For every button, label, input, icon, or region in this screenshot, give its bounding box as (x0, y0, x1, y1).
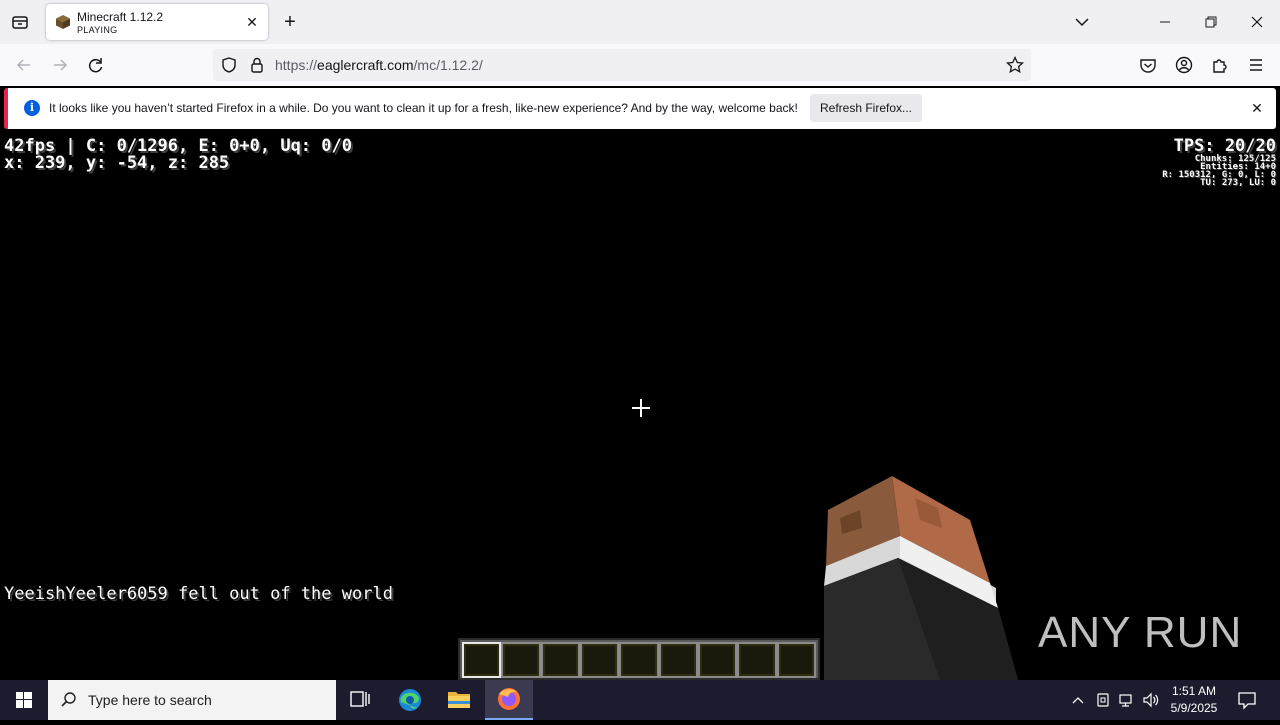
device-icon[interactable] (1093, 690, 1113, 710)
grass-block-favicon-icon (55, 14, 71, 30)
back-arrow-icon[interactable] (10, 51, 38, 79)
volume-icon[interactable] (1141, 690, 1161, 710)
edge-browser-icon[interactable] (386, 680, 434, 720)
debug-updates: TU: 273, LU: 0 (1200, 178, 1276, 188)
url-host: eaglercraft.com (317, 57, 414, 73)
hamburger-menu-icon[interactable] (1242, 51, 1270, 79)
tab-overview-icon[interactable] (6, 8, 34, 36)
notifications-icon[interactable] (1236, 689, 1258, 711)
firefox-taskbar-icon[interactable] (485, 680, 533, 720)
new-tab-button[interactable]: + (276, 8, 304, 36)
search-icon (60, 691, 78, 709)
hotbar-slot[interactable] (737, 642, 777, 678)
taskbar-clock-date[interactable]: 5/9/2025 (1166, 701, 1222, 715)
network-icon[interactable] (1117, 690, 1137, 710)
hotbar-slot[interactable] (619, 642, 659, 678)
hotbar-slot[interactable] (540, 642, 580, 678)
anyrun-watermark: ANY RUN (1038, 608, 1243, 657)
minimize-icon[interactable] (1151, 8, 1179, 36)
window-close-icon[interactable] (1243, 8, 1271, 36)
player-arm (820, 468, 1030, 680)
tracking-shield-icon[interactable] (219, 55, 239, 75)
tab-strip: Minecraft 1.12.2 PLAYING ✕ + (0, 0, 1280, 44)
debug-coordinates: x: 239, y: -54, z: 285 (4, 153, 230, 173)
pocket-icon[interactable] (1134, 51, 1162, 79)
refresh-firefox-button[interactable]: Refresh Firefox... (810, 94, 922, 122)
navigation-bar: https://eaglercraft.com/mc/1.12.2/ (0, 44, 1280, 86)
hotbar-slot[interactable] (658, 642, 698, 678)
info-icon: i (24, 100, 40, 116)
extensions-puzzle-icon[interactable] (1206, 51, 1234, 79)
hotbar-slot[interactable] (462, 642, 502, 678)
list-tabs-chevron-down-icon[interactable] (1068, 8, 1096, 36)
show-hidden-icons-chevron-up-icon[interactable] (1068, 690, 1088, 710)
restore-icon[interactable] (1197, 8, 1225, 36)
crosshair-icon (630, 397, 652, 419)
tab-playing-label: PLAYING (77, 25, 118, 35)
windows-start-icon[interactable] (0, 680, 48, 720)
hotbar (458, 638, 820, 680)
hotbar-slot[interactable] (776, 642, 816, 678)
forward-arrow-icon[interactable] (46, 51, 74, 79)
game-canvas[interactable]: 42fps | C: 0/1296, E: 0+0, Uq: 0/0 x: 23… (0, 133, 1280, 680)
notification-message: It looks like you haven’t started Firefo… (49, 101, 798, 115)
taskbar: Type here to search 1:51 AM 5/9/2025 (0, 680, 1280, 720)
hotbar-slot[interactable] (501, 642, 541, 678)
task-view-icon[interactable] (336, 680, 384, 720)
chat-death-message: YeeishYeeler6059 fell out of the world (4, 584, 393, 604)
url-path: /mc/1.12.2/ (413, 57, 483, 73)
url-bar[interactable]: https://eaglercraft.com/mc/1.12.2/ (213, 49, 1031, 81)
debug-tps: TPS: 20/20 (1173, 136, 1276, 156)
bookmark-star-icon[interactable] (1005, 55, 1025, 75)
hotbar-slot[interactable] (697, 642, 738, 678)
url-text[interactable]: https://eaglercraft.com/mc/1.12.2/ (275, 57, 483, 73)
lock-icon[interactable] (247, 55, 267, 75)
search-placeholder: Type here to search (88, 692, 212, 708)
file-explorer-icon[interactable] (435, 680, 483, 720)
notification-close-icon[interactable]: ✕ (1246, 97, 1268, 119)
taskbar-search-box[interactable]: Type here to search (48, 680, 336, 720)
tab-close-icon[interactable]: ✕ (242, 12, 262, 32)
hotbar-slot[interactable] (579, 642, 620, 678)
reload-icon[interactable] (82, 51, 110, 79)
account-icon[interactable] (1170, 51, 1198, 79)
taskbar-clock-time[interactable]: 1:51 AM (1168, 684, 1220, 698)
url-scheme: https:// (275, 57, 318, 73)
active-tab[interactable]: Minecraft 1.12.2 PLAYING ✕ (46, 4, 268, 40)
refresh-firefox-notification: i It looks like you haven’t started Fire… (4, 88, 1276, 129)
tab-title: Minecraft 1.12.2 (77, 10, 164, 24)
